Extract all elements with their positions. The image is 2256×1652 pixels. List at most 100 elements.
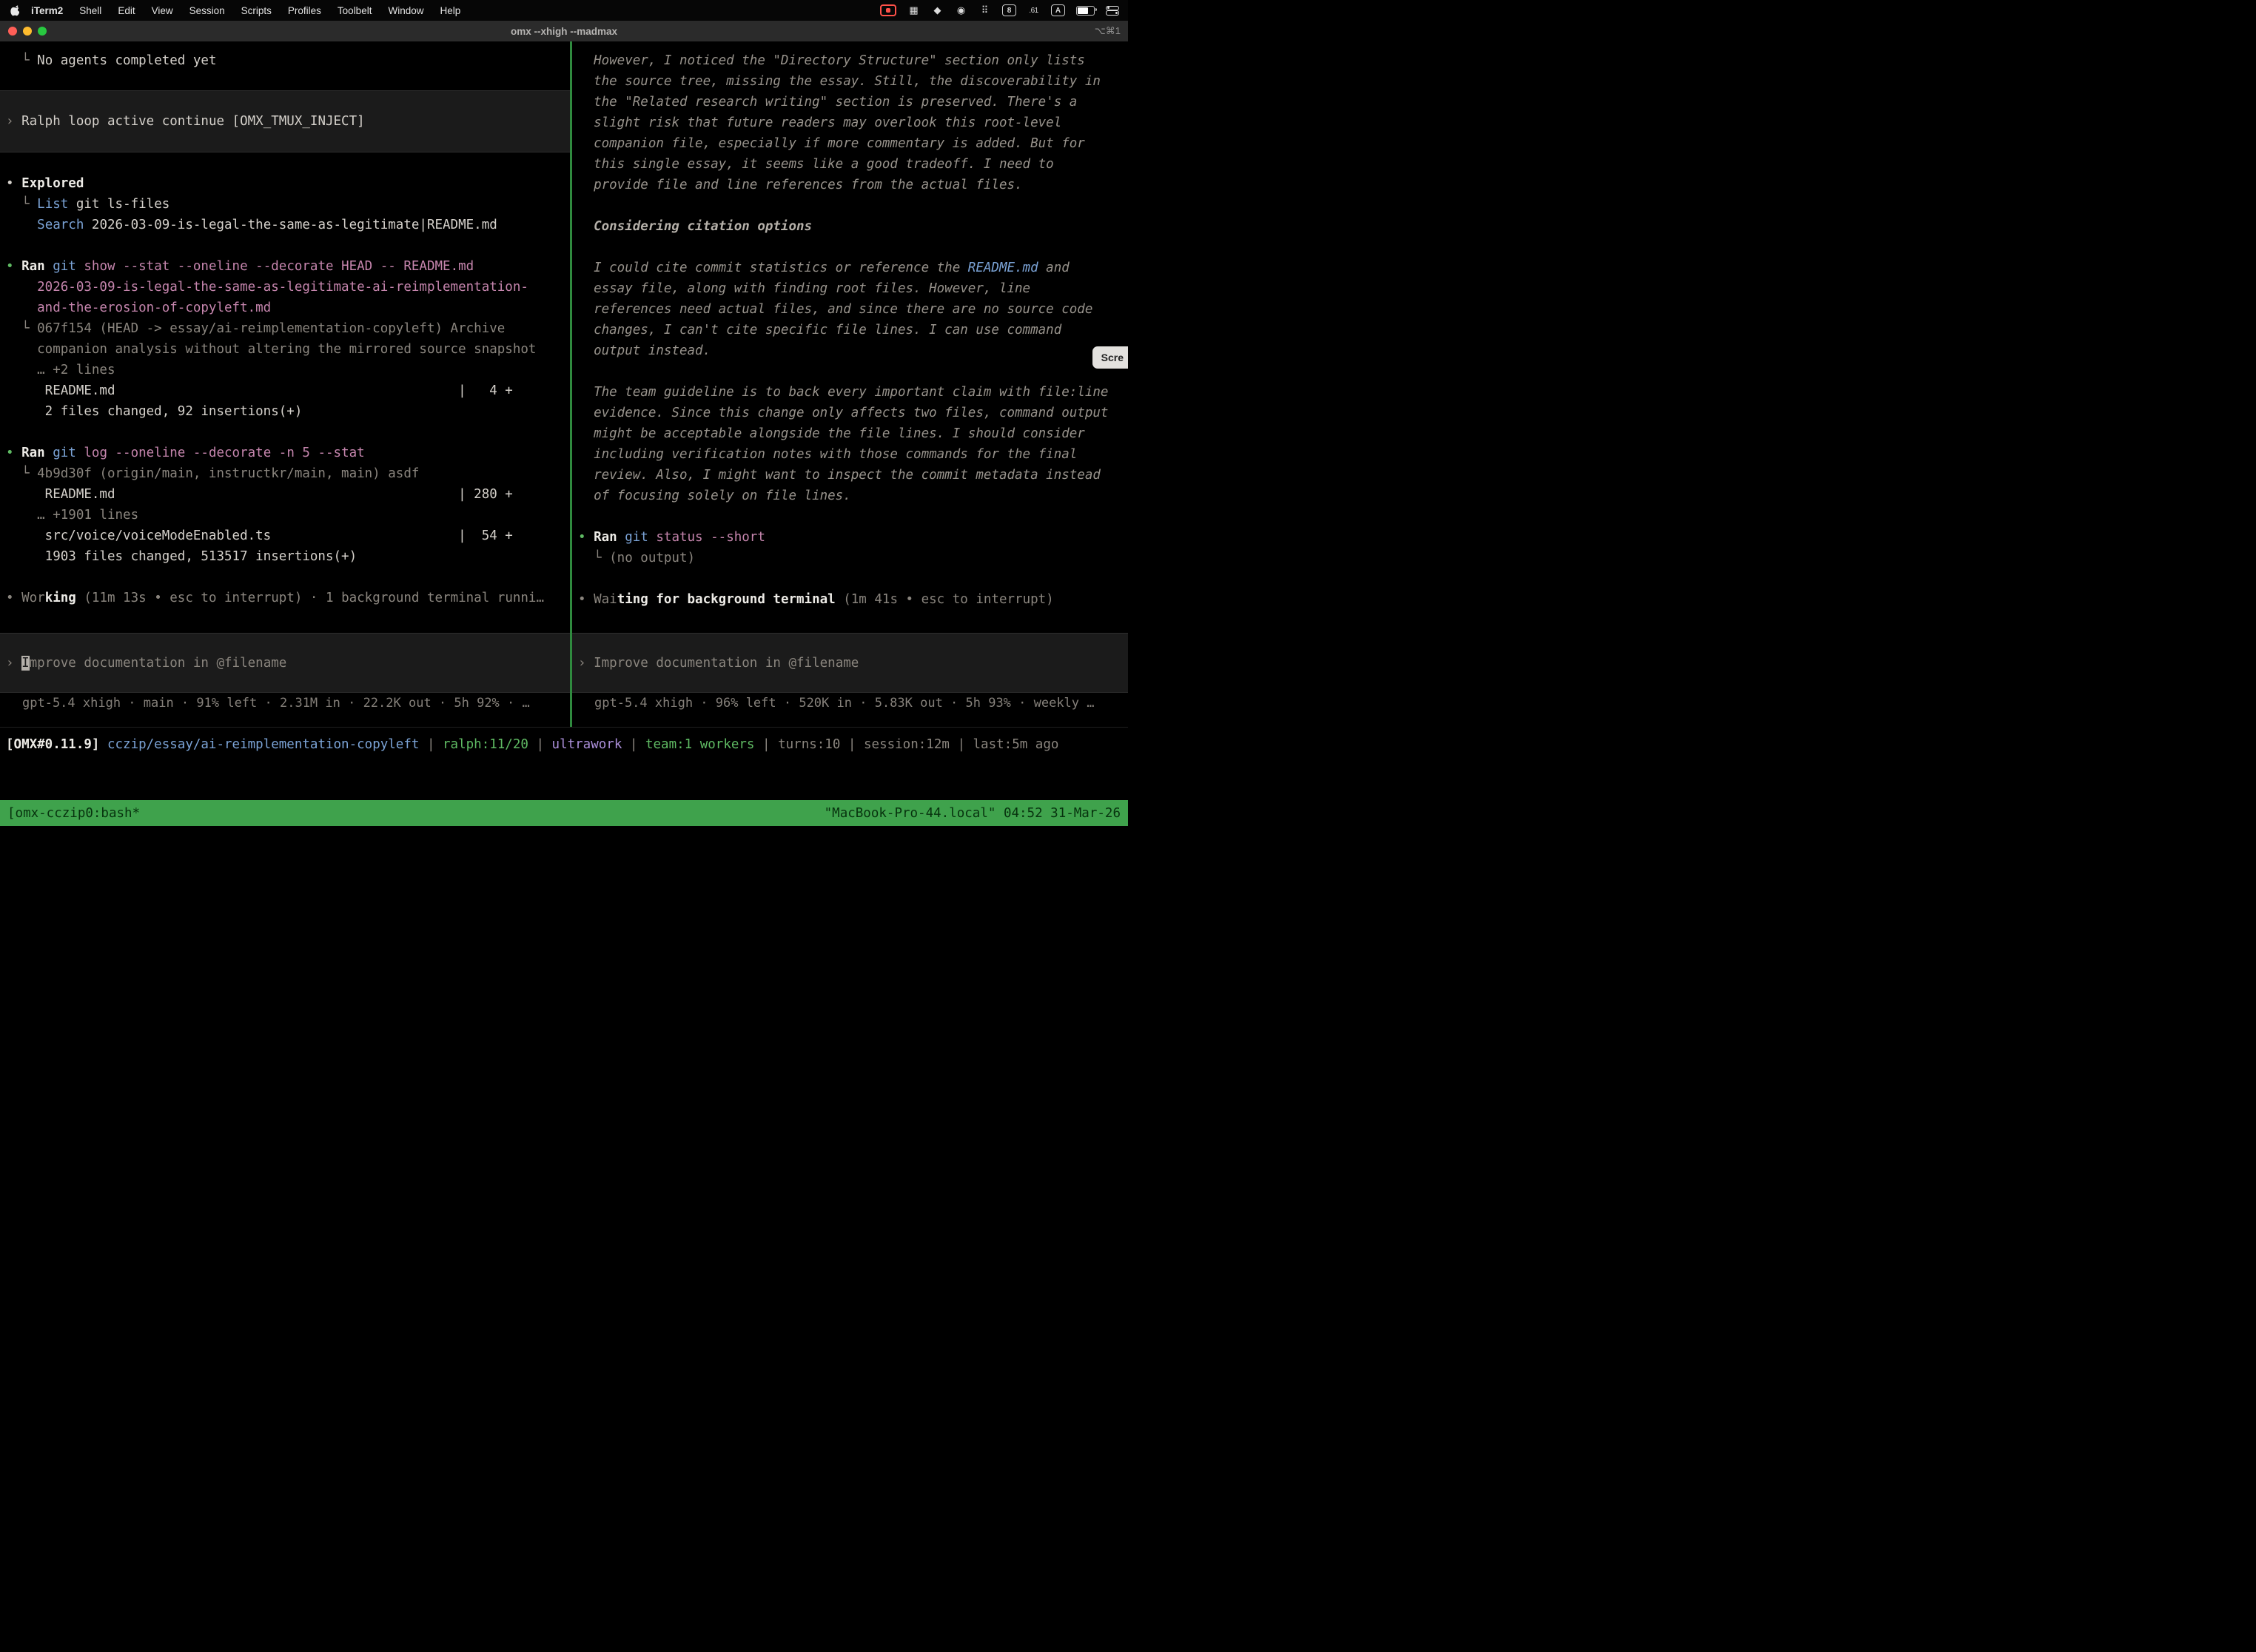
menu-toolbelt[interactable]: Toolbelt <box>329 5 380 16</box>
text-segment: and <box>1038 261 1070 275</box>
text-segment: the source tree, missing the essay. Stil… <box>578 74 1101 89</box>
text-segment: git <box>53 446 76 460</box>
omx-status-bar: [OMX#0.11.9] cczip/essay/ai-reimplementa… <box>0 734 1128 755</box>
menu-session[interactable]: Session <box>181 5 233 16</box>
terminal-line: However, I noticed the "Directory Struct… <box>572 50 1128 71</box>
key-8-icon[interactable]: 8 <box>1002 4 1016 16</box>
control-center-icon[interactable] <box>1106 6 1118 16</box>
text-segment: Ran <box>594 530 617 545</box>
window-title-bar[interactable]: omx --xhigh --madmax ⌥⌘1 <box>0 21 1128 42</box>
terminal-line: the source tree, missing the essay. Stil… <box>572 71 1128 92</box>
text-segment: … +1901 lines <box>6 508 138 523</box>
text-segment: companion analysis without altering the … <box>6 342 536 357</box>
text-segment: output instead. <box>578 343 711 358</box>
blank-line <box>572 568 1128 589</box>
text-segment: 2026-03-09-is-legal-the-same-as-legitima… <box>6 280 528 295</box>
battery-icon[interactable] <box>1076 6 1095 16</box>
blank-line <box>0 567 570 588</box>
input-source-icon[interactable]: A <box>1051 4 1065 16</box>
menu-profiles[interactable]: Profiles <box>280 5 329 16</box>
text-segment: | <box>622 737 645 752</box>
text-segment <box>45 446 53 460</box>
sparkle-icon[interactable]: ◆ <box>931 4 944 17</box>
text-segment: git <box>625 530 648 545</box>
terminal-line: evidence. Since this change only affects… <box>572 403 1128 423</box>
apple-menu-icon[interactable] <box>10 4 20 16</box>
menu-bar: iTerm2ShellEditViewSessionScriptsProfile… <box>0 0 1128 21</box>
text-segment: companion file, especially if more comme… <box>578 136 1085 151</box>
terminal-line: └ (no output) <box>572 548 1128 568</box>
terminal-line: changes, I can't cite specific file line… <box>572 320 1128 340</box>
text-segment: Ralph loop active continue [OMX_TMUX_INJ… <box>21 114 365 129</box>
text-segment: README.md | 4 + <box>6 383 513 398</box>
terminal-line: └ 067f154 (HEAD -> essay/ai-reimplementa… <box>0 318 570 339</box>
terminal-panes: └ No agents completed yet › Ralph loop ac… <box>0 41 1128 728</box>
text-segment: [OMX#0.11.9] <box>6 737 107 752</box>
menu-edit[interactable]: Edit <box>110 5 143 16</box>
text-segment: | <box>840 737 864 752</box>
left-prompt-input[interactable]: › Improve documentation in @filename <box>0 633 570 693</box>
tmux-session-window: [omx-cczip0:bash* <box>7 806 140 821</box>
text-segment: provide file and line references from th… <box>578 178 1023 192</box>
terminal-line: Search 2026-03-09-is-legal-the-same-as-l… <box>0 215 570 235</box>
blank-line <box>572 237 1128 258</box>
text-segment: Improve documentation in @filename <box>594 656 859 671</box>
text-segment: including verification notes with those … <box>578 447 1077 462</box>
window-title: omx --xhigh --madmax <box>0 26 1128 37</box>
terminal-line: might be acceptable alongside the file l… <box>572 423 1128 444</box>
text-segment: this single essay, it seems like a good … <box>578 157 1054 172</box>
text-segment <box>45 259 53 274</box>
text-segment: › <box>6 656 21 671</box>
text-segment: 2026-03-09-is-legal-the-same-as-legitima… <box>84 218 497 232</box>
right-terminal-pane[interactable]: However, I noticed the "Directory Struct… <box>572 41 1128 727</box>
text-segment: Search <box>37 218 84 232</box>
terminal-line: companion file, especially if more comme… <box>572 133 1128 154</box>
dots-grid-icon[interactable]: ⠿ <box>978 4 991 17</box>
terminal-line: └ List git ls-files <box>0 194 570 215</box>
terminal-line: 2026-03-09-is-legal-the-same-as-legitima… <box>0 277 570 298</box>
terminal-line: … +1901 lines <box>0 505 570 526</box>
window-shortcut: ⌥⌘1 <box>1095 25 1121 37</box>
text-segment: └ <box>6 197 37 212</box>
blank-line <box>572 506 1128 527</box>
text-segment: I could cite commit statistics or refere… <box>578 261 968 275</box>
right-pane-output: However, I noticed the "Directory Struct… <box>572 41 1128 610</box>
text-segment: (1m 41s • esc to interrupt) <box>836 592 1054 607</box>
left-terminal-pane[interactable]: └ No agents completed yet › Ralph loop ac… <box>0 41 570 727</box>
menu-iterm2[interactable]: iTerm2 <box>23 5 71 16</box>
terminal-line: • Waiting for background terminal (1m 41… <box>572 589 1128 610</box>
text-segment: List <box>37 197 68 212</box>
right-prompt-input[interactable]: › Improve documentation in @filename <box>572 633 1128 693</box>
gauge-61-icon[interactable]: .61 <box>1027 4 1040 17</box>
menu-window[interactable]: Window <box>380 5 432 16</box>
text-segment: might be acceptable alongside the file l… <box>578 426 1085 441</box>
terminal-line: The team guideline is to back every impo… <box>572 382 1128 403</box>
screen-overlay-button[interactable]: Scre <box>1092 346 1128 369</box>
screen-record-indicator[interactable] <box>880 4 896 16</box>
text-segment: └ <box>6 53 37 68</box>
text-segment: src/voice/voiceModeEnabled.ts | 54 + <box>6 528 513 543</box>
blank-line <box>572 195 1128 216</box>
text-segment: › <box>6 114 21 129</box>
terminal-line: └ No agents completed yet <box>0 50 570 71</box>
blank-line <box>0 422 570 443</box>
menu-shell[interactable]: Shell <box>71 5 110 16</box>
text-segment: • <box>6 259 21 274</box>
disc-icon[interactable]: ◉ <box>955 4 967 17</box>
terminal-line: the "Related research writing" section i… <box>572 92 1128 113</box>
text-segment: git <box>53 259 76 274</box>
menu-help[interactable]: Help <box>432 5 469 16</box>
menu-view[interactable]: View <box>144 5 181 16</box>
text-segment: I <box>21 656 30 671</box>
terminal-line: including verification notes with those … <box>572 444 1128 465</box>
text-segment: session:12m <box>864 737 950 752</box>
text-segment: • <box>6 176 21 191</box>
left-pane-status-line: gpt-5.4 xhigh · main · 91% left · 2.31M … <box>0 693 570 713</box>
menu-scripts[interactable]: Scripts <box>233 5 280 16</box>
terminal-line: 1903 files changed, 513517 insertions(+) <box>0 546 570 567</box>
terminal-line: provide file and line references from th… <box>572 175 1128 195</box>
text-segment: team:1 workers <box>645 737 755 752</box>
grid-icon[interactable]: ▦ <box>907 4 920 17</box>
text-segment: essay file, along with finding root file… <box>578 281 1030 296</box>
text-segment: | <box>950 737 973 752</box>
